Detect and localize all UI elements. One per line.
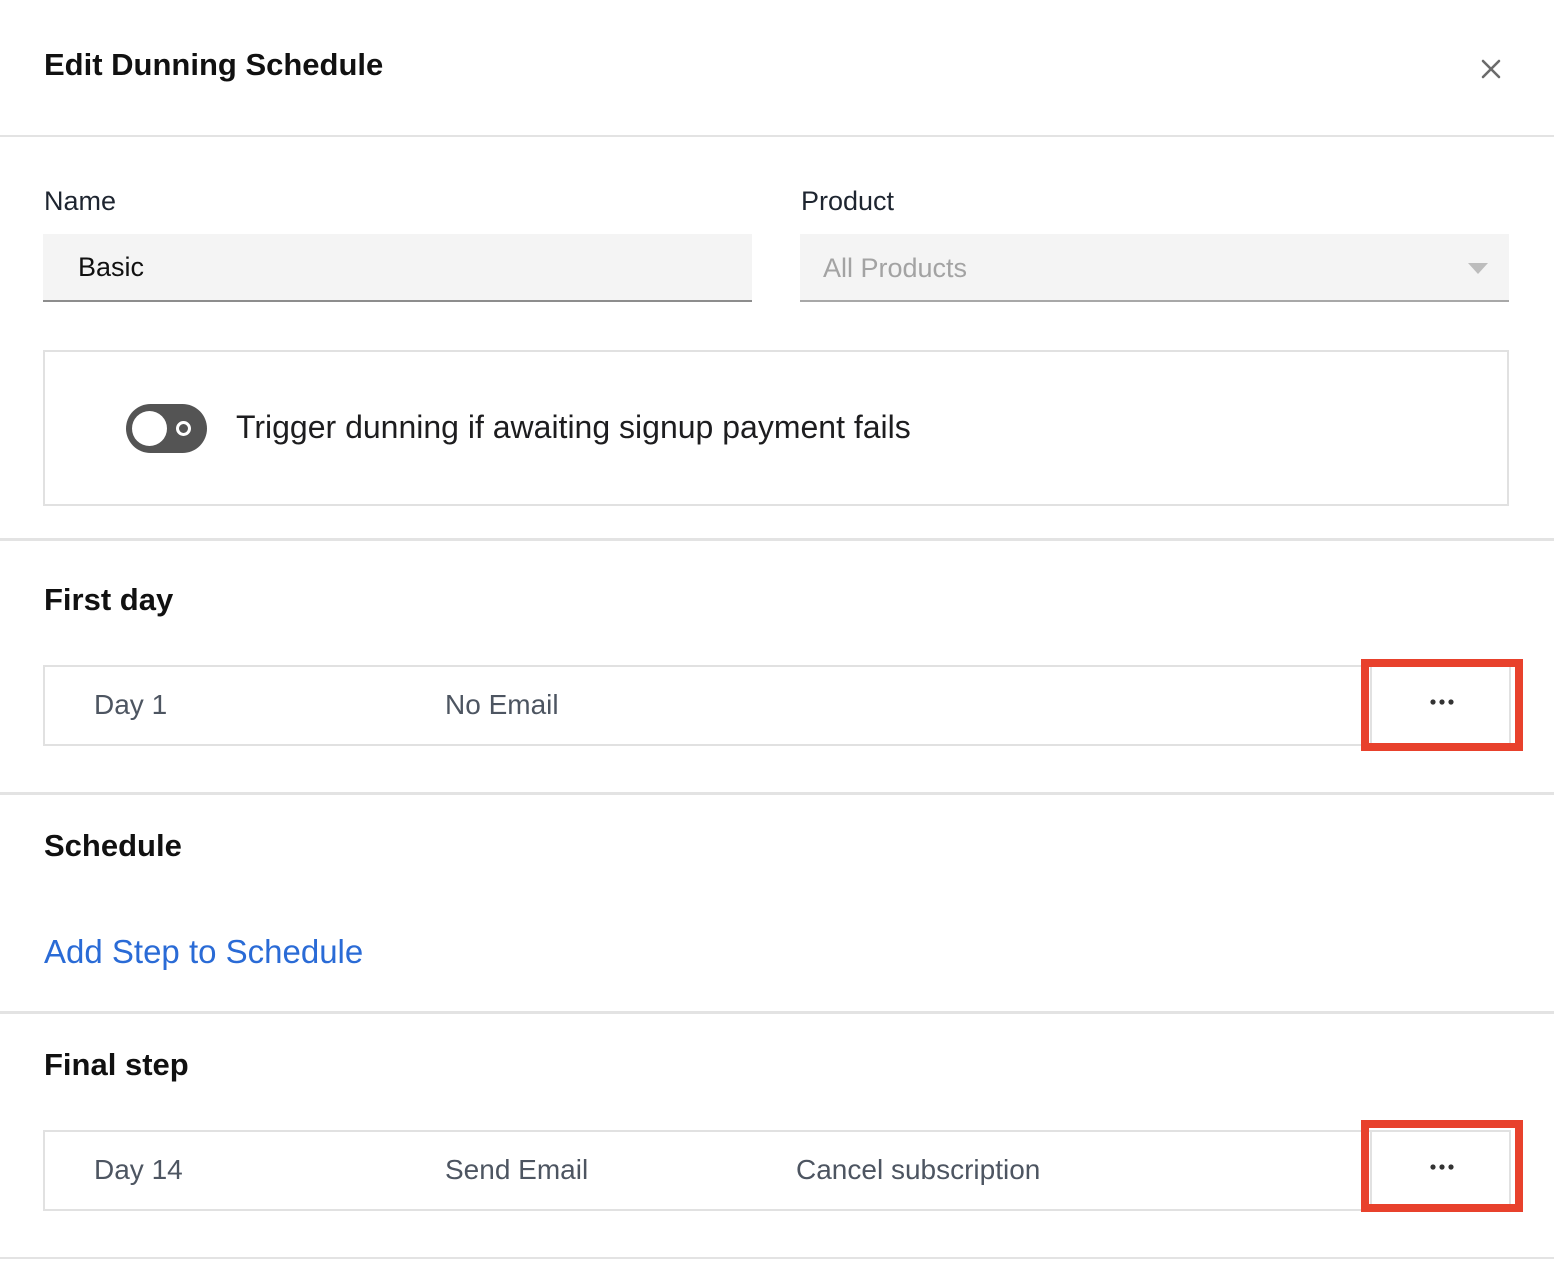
step-email: Send Email [445,1154,589,1185]
final-step-row: Day 14 Send Email Cancel subscription [43,1130,1511,1211]
step-day: Day 1 [94,689,168,720]
product-select[interactable]: All Products [800,234,1509,302]
step-day: Day 14 [94,1154,183,1185]
dialog-header: Edit Dunning Schedule [0,0,1554,137]
signup-payment-toggle-panel: Trigger dunning if awaiting signup payme… [43,350,1509,506]
schedule-title: Schedule [44,828,182,863]
final-step-more-highlight [1361,1120,1523,1212]
add-step-to-schedule-link[interactable]: Add Step to Schedule [44,933,363,971]
edit-dunning-schedule-dialog: Edit Dunning Schedule Name Product All P… [0,0,1554,1266]
final-step-title: Final step [44,1047,189,1082]
toggle-off-icon [176,421,191,436]
toggle-knob [132,411,167,446]
step-email: No Email [445,689,559,720]
dialog-title: Edit Dunning Schedule [44,47,384,82]
section-divider [0,792,1554,795]
first-day-step-row: Day 1 No Email [43,665,1511,746]
name-input[interactable] [43,234,752,302]
section-divider [0,1257,1554,1259]
chevron-down-icon [1468,263,1488,274]
step-action: Cancel subscription [796,1154,1041,1185]
name-label: Name [44,186,117,216]
signup-payment-toggle-label: Trigger dunning if awaiting signup payme… [236,409,911,445]
product-label: Product [801,186,895,216]
signup-payment-toggle[interactable] [126,404,207,453]
close-button[interactable] [1474,52,1508,86]
product-select-value: All Products [823,253,968,283]
first-day-more-highlight [1361,659,1523,751]
close-icon [1481,59,1501,79]
section-divider [0,538,1554,541]
first-day-title: First day [44,582,174,617]
section-divider [0,1011,1554,1014]
